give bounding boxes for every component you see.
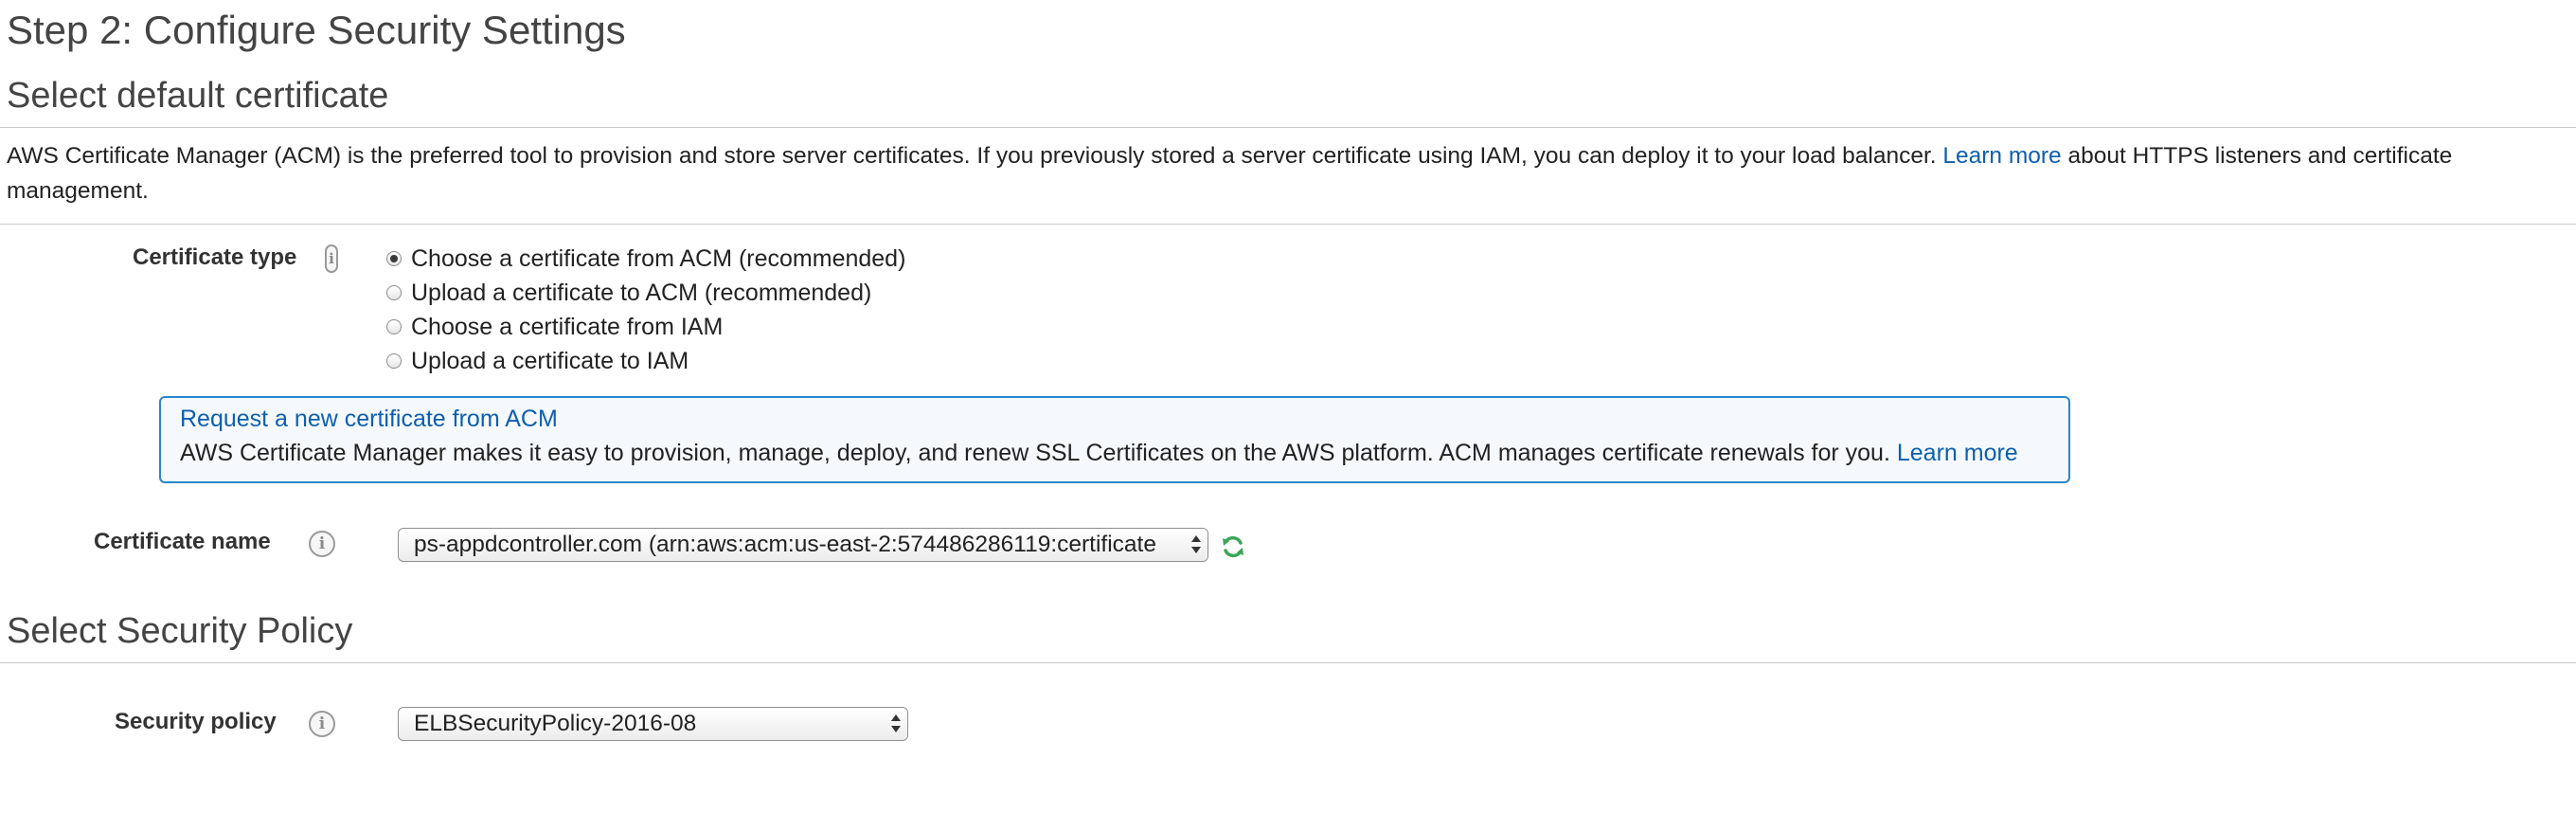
page-title: Step 2: Configure Security Settings bbox=[7, 8, 626, 52]
security-policy-label: Security policy bbox=[115, 709, 277, 734]
radio-option-choose-acm[interactable]: Choose a certificate from ACM (recommend… bbox=[386, 242, 905, 276]
info-icon[interactable]: i bbox=[309, 531, 335, 557]
default-certificate-heading: Select default certificate bbox=[7, 76, 389, 116]
info-icon[interactable]: i bbox=[325, 244, 338, 273]
select-arrows-icon bbox=[1185, 529, 1208, 561]
certificate-name-label: Certificate name bbox=[94, 529, 271, 554]
description-text: AWS Certificate Manager (ACM) is the pre… bbox=[7, 143, 1943, 169]
acm-request-text: AWS Certificate Manager makes it easy to… bbox=[180, 440, 2018, 467]
radio-option-upload-iam[interactable]: Upload a certificate to IAM bbox=[386, 344, 905, 378]
security-policy-select[interactable]: ELBSecurityPolicy-2016-08 bbox=[398, 707, 908, 741]
radio-label[interactable]: Choose a certificate from IAM bbox=[411, 314, 723, 341]
section-divider bbox=[0, 224, 2576, 225]
radio-label[interactable]: Upload a certificate to IAM bbox=[411, 348, 689, 375]
certificate-name-value: ps-appdcontroller.com (arn:aws:acm:us-ea… bbox=[414, 532, 1156, 557]
learn-more-link[interactable]: Learn more bbox=[1942, 143, 2061, 169]
request-certificate-link[interactable]: Request a new certificate from ACM bbox=[180, 406, 558, 433]
radio-option-choose-iam[interactable]: Choose a certificate from IAM bbox=[386, 310, 905, 344]
select-arrows-icon bbox=[885, 708, 907, 740]
security-policy-heading: Select Security Policy bbox=[7, 611, 353, 651]
radio-button[interactable] bbox=[386, 285, 402, 300]
radio-label[interactable]: Choose a certificate from ACM (recommend… bbox=[411, 245, 905, 273]
acm-description: AWS Certificate Manager makes it easy to… bbox=[180, 440, 1897, 466]
section-divider bbox=[0, 662, 2576, 663]
certificate-type-radio-group: Choose a certificate from ACM (recommend… bbox=[386, 242, 905, 378]
acm-request-box: Request a new certificate from ACM AWS C… bbox=[159, 396, 2070, 483]
radio-button[interactable] bbox=[386, 353, 402, 369]
section-divider bbox=[0, 127, 2576, 128]
info-icon[interactable]: i bbox=[309, 711, 335, 737]
certificate-description: AWS Certificate Manager (ACM) is the pre… bbox=[7, 138, 2564, 208]
radio-option-upload-acm[interactable]: Upload a certificate to ACM (recommended… bbox=[386, 276, 905, 310]
refresh-icon[interactable] bbox=[1220, 533, 1246, 560]
certificate-type-label: Certificate type bbox=[133, 244, 297, 270]
radio-button[interactable] bbox=[386, 319, 402, 334]
certificate-name-select[interactable]: ps-appdcontroller.com (arn:aws:acm:us-ea… bbox=[398, 528, 1208, 562]
radio-button[interactable] bbox=[386, 251, 402, 266]
security-policy-value: ELBSecurityPolicy-2016-08 bbox=[414, 711, 697, 736]
acm-learn-more-link[interactable]: Learn more bbox=[1897, 440, 2018, 466]
radio-label[interactable]: Upload a certificate to ACM (recommended… bbox=[411, 280, 871, 307]
